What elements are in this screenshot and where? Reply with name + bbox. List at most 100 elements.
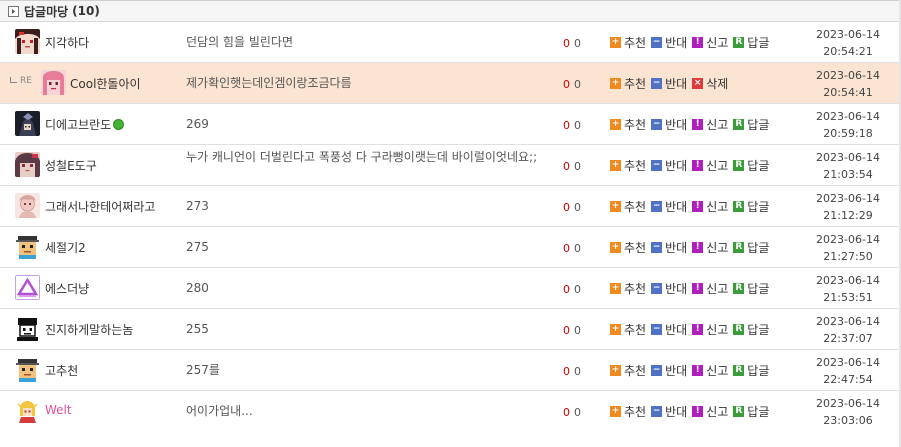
upvote-label[interactable]: 추천 xyxy=(624,34,646,51)
upvote-button[interactable]: + 추천 xyxy=(610,362,646,379)
report-button[interactable]: ! 신고 xyxy=(692,362,728,379)
report-button[interactable]: ! 신고 xyxy=(692,280,728,297)
downvote-icon[interactable]: − xyxy=(651,201,663,212)
reply-label[interactable]: 답글 xyxy=(747,116,769,133)
downvote-button[interactable]: − 반대 xyxy=(651,321,687,338)
report-icon[interactable]: ! xyxy=(692,242,704,253)
nickname-text[interactable]: 에스더냥 xyxy=(45,280,89,297)
reply-button[interactable]: R 답글 xyxy=(733,198,769,215)
upvote-icon[interactable]: + xyxy=(610,78,621,89)
reply-button[interactable]: R 답글 xyxy=(733,321,769,338)
upvote-icon[interactable]: + xyxy=(610,160,621,171)
nickname[interactable]: 에스더냥 xyxy=(45,280,89,297)
reply-button[interactable]: R 답글 xyxy=(733,116,769,133)
upvote-button[interactable]: + 추천 xyxy=(610,280,646,297)
nickname[interactable]: 성철E도구 xyxy=(45,157,97,174)
delete-button[interactable]: × 삭제 xyxy=(692,75,728,92)
upvote-icon[interactable]: + xyxy=(610,283,621,294)
nickname-text[interactable]: Welt xyxy=(45,403,72,417)
reply-button[interactable]: R 답글 xyxy=(733,280,769,297)
downvote-label[interactable]: 반대 xyxy=(665,280,687,297)
report-button[interactable]: ! 신고 xyxy=(692,403,728,420)
report-icon[interactable]: ! xyxy=(692,201,704,212)
downvote-button[interactable]: − 반대 xyxy=(651,116,687,133)
report-button[interactable]: ! 신고 xyxy=(692,157,728,174)
downvote-button[interactable]: − 반대 xyxy=(651,34,687,51)
report-label[interactable]: 신고 xyxy=(706,198,728,215)
report-icon[interactable]: ! xyxy=(692,283,704,294)
report-icon[interactable]: ! xyxy=(692,119,704,130)
reply-label[interactable]: 답글 xyxy=(747,239,769,256)
report-icon[interactable]: ! xyxy=(692,406,704,417)
downvote-label[interactable]: 반대 xyxy=(665,362,687,379)
report-label[interactable]: 신고 xyxy=(706,157,728,174)
nickname-text[interactable]: 고추천 xyxy=(45,362,78,379)
report-label[interactable]: 신고 xyxy=(706,362,728,379)
reply-button[interactable]: R 답글 xyxy=(733,403,769,420)
reply-icon[interactable]: R xyxy=(733,324,745,335)
downvote-icon[interactable]: − xyxy=(651,365,663,376)
report-icon[interactable]: ! xyxy=(692,365,704,376)
downvote-icon[interactable]: − xyxy=(651,160,663,171)
reply-button[interactable]: R 답글 xyxy=(733,239,769,256)
upvote-button[interactable]: + 추천 xyxy=(610,116,646,133)
avatar[interactable] xyxy=(15,275,40,300)
upvote-icon[interactable]: + xyxy=(610,365,621,376)
avatar[interactable] xyxy=(15,152,40,177)
upvote-label[interactable]: 추천 xyxy=(624,116,646,133)
reply-icon[interactable]: R xyxy=(733,283,745,294)
downvote-label[interactable]: 반대 xyxy=(665,239,687,256)
upvote-label[interactable]: 추천 xyxy=(624,75,646,92)
downvote-icon[interactable]: − xyxy=(651,324,663,335)
downvote-label[interactable]: 반대 xyxy=(665,403,687,420)
upvote-icon[interactable]: + xyxy=(610,37,621,48)
nickname-text[interactable]: 세절기2 xyxy=(45,239,86,256)
reply-icon[interactable]: R xyxy=(733,406,745,417)
upvote-button[interactable]: + 추천 xyxy=(610,34,646,51)
collapse-toggle-icon[interactable] xyxy=(8,5,19,17)
downvote-button[interactable]: − 반대 xyxy=(651,280,687,297)
upvote-button[interactable]: + 추천 xyxy=(610,157,646,174)
report-label[interactable]: 신고 xyxy=(706,239,728,256)
downvote-icon[interactable]: − xyxy=(651,283,663,294)
report-icon[interactable]: ! xyxy=(692,37,704,48)
upvote-label[interactable]: 추천 xyxy=(624,239,646,256)
nickname[interactable]: Cool한돌아이 xyxy=(70,75,141,92)
reply-button[interactable]: R 답글 xyxy=(733,157,769,174)
downvote-button[interactable]: − 반대 xyxy=(651,362,687,379)
nickname-text[interactable]: 진지하게말하는놈 xyxy=(45,321,133,338)
report-icon[interactable]: ! xyxy=(692,160,704,171)
upvote-label[interactable]: 추천 xyxy=(624,198,646,215)
report-label[interactable]: 신고 xyxy=(706,116,728,133)
reply-icon[interactable]: R xyxy=(733,160,745,171)
reply-icon[interactable]: R xyxy=(733,201,745,212)
upvote-button[interactable]: + 추천 xyxy=(610,239,646,256)
avatar[interactable] xyxy=(15,357,40,382)
downvote-icon[interactable]: − xyxy=(651,242,663,253)
avatar[interactable] xyxy=(15,29,40,54)
avatar[interactable] xyxy=(15,193,40,218)
avatar[interactable] xyxy=(15,111,40,136)
reply-label[interactable]: 답글 xyxy=(747,321,769,338)
upvote-icon[interactable]: + xyxy=(610,242,621,253)
reply-icon[interactable]: R xyxy=(733,37,745,48)
upvote-icon[interactable]: + xyxy=(610,406,621,417)
report-label[interactable]: 신고 xyxy=(706,280,728,297)
delete-icon[interactable]: × xyxy=(692,78,704,89)
nickname[interactable]: 진지하게말하는놈 xyxy=(45,321,133,338)
report-button[interactable]: ! 신고 xyxy=(692,116,728,133)
nickname-text[interactable]: 그래서나한테어쩌라고 xyxy=(45,198,155,215)
report-icon[interactable]: ! xyxy=(692,324,704,335)
downvote-label[interactable]: 반대 xyxy=(665,157,687,174)
downvote-button[interactable]: − 반대 xyxy=(651,157,687,174)
avatar[interactable] xyxy=(15,234,40,259)
upvote-label[interactable]: 추천 xyxy=(624,403,646,420)
reply-button[interactable]: R 답글 xyxy=(733,34,769,51)
nickname-text[interactable]: 성철E도구 xyxy=(45,157,97,174)
report-label[interactable]: 신고 xyxy=(706,34,728,51)
reply-button[interactable]: R 답글 xyxy=(733,362,769,379)
avatar[interactable] xyxy=(15,398,40,423)
upvote-icon[interactable]: + xyxy=(610,201,621,212)
upvote-button[interactable]: + 추천 xyxy=(610,198,646,215)
nickname[interactable]: 세절기2 xyxy=(45,239,86,256)
